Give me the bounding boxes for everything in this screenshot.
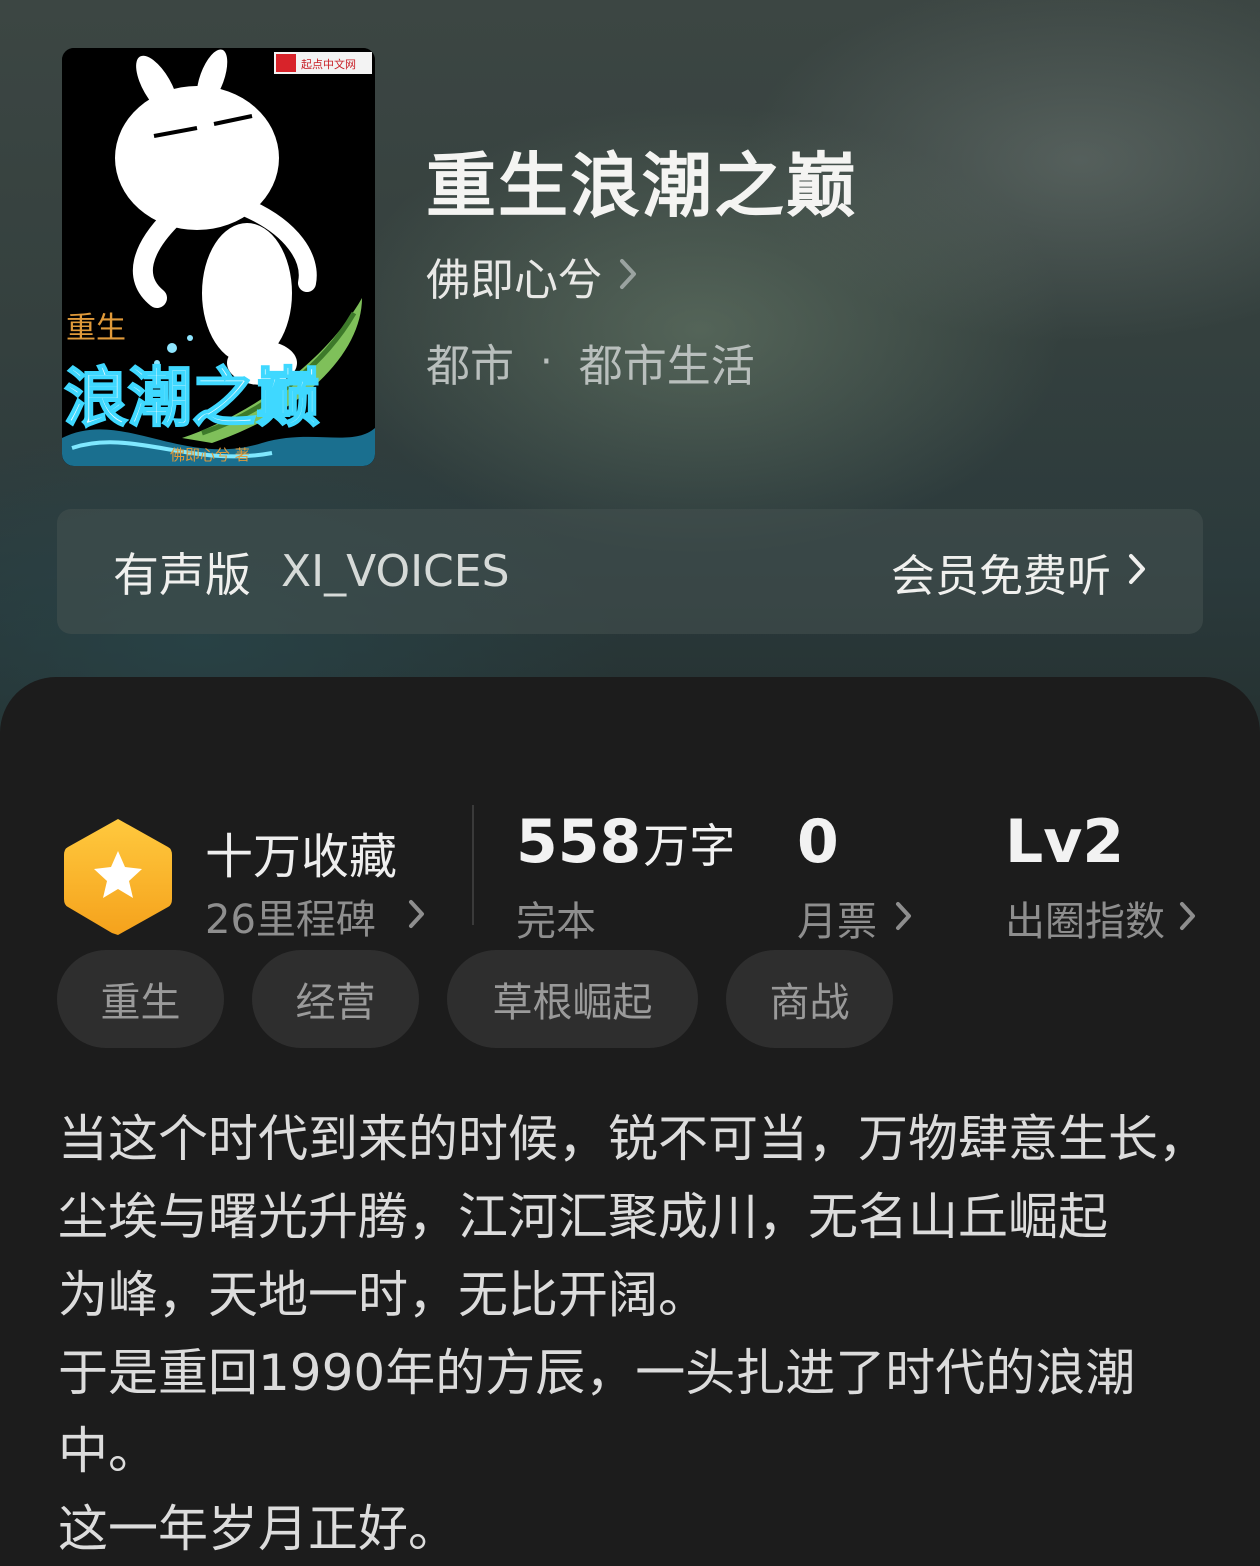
milestones-link[interactable]: 26里程碑	[205, 887, 426, 945]
subgenre[interactable]: 都市生活	[579, 330, 755, 394]
genre[interactable]: 都市	[426, 330, 514, 394]
milestones-label: 26里程碑	[205, 897, 376, 943]
member-listen-label: 会员免费听	[891, 550, 1111, 602]
chevron-right-icon	[1127, 546, 1147, 597]
chevron-right-icon	[618, 251, 638, 302]
monthly-votes-count: 0	[797, 807, 839, 877]
author-link[interactable]: 佛即心兮	[426, 244, 638, 308]
svg-text:起点中文网: 起点中文网	[301, 57, 356, 71]
genre-separator: ·	[540, 339, 553, 385]
book-synopsis: 当这个时代到来的时候，锐不可当，万物肆意生长， 尘埃与曙光升腾，江河汇聚成川，无…	[58, 1100, 1218, 1566]
audiobook-banner[interactable]: 有声版 XI_VOICES 会员免费听	[57, 509, 1203, 634]
cover-illustration: 起点中文网 重生 浪潮之巅 佛即心兮 著	[62, 48, 375, 466]
synopsis-line: 当这个时代到来的时候，锐不可当，万物肆意生长，	[58, 1110, 1208, 1168]
synopsis-line: 于是重回1990年的方辰，一头扎进了时代的浪潮	[58, 1344, 1136, 1402]
audiobook-label: 有声版	[113, 547, 251, 602]
monthly-votes-label: 月票	[797, 899, 877, 945]
chevron-right-icon	[895, 895, 913, 941]
completion-status: 完本	[516, 899, 596, 945]
synopsis-line: 为峰，天地一时，无比开阔。	[58, 1266, 708, 1324]
stats-row: 十万收藏 26里程碑 558万字 完本 0 月票 Lv2 出圈指数	[0, 737, 1260, 945]
breakout-index-label: 出圈指数	[1005, 899, 1165, 945]
favorites-count: 十万收藏	[205, 829, 398, 885]
tag-list: 重生 经营 草根崛起 商战	[57, 950, 893, 1048]
synopsis-line: 中。	[58, 1422, 158, 1480]
star-badge-icon	[62, 815, 174, 943]
book-header: 起点中文网 重生 浪潮之巅 佛即心兮 著 重生浪潮之巅 佛即心兮 都市 · 都市…	[0, 0, 1260, 760]
stats-divider	[472, 805, 474, 925]
genre-row: 都市 · 都市生活	[426, 330, 755, 394]
level-value: Lv2	[1005, 807, 1125, 877]
synopsis-line: 尘埃与曙光升腾，江河汇聚成川，无名山丘崛起	[58, 1188, 1108, 1246]
tag-chip[interactable]: 重生	[57, 950, 224, 1048]
cover-big-title: 浪潮之巅	[64, 361, 320, 436]
chevron-right-icon	[1179, 895, 1197, 941]
narrator-name: XI_VOICES	[281, 546, 510, 597]
word-count: 558万字	[516, 807, 735, 877]
monthly-votes-link[interactable]: 月票	[797, 889, 913, 947]
synopsis-line: 这一年岁月正好。	[58, 1500, 458, 1558]
member-listen-button[interactable]: 会员免费听	[891, 540, 1147, 604]
tag-chip[interactable]: 经营	[252, 950, 419, 1048]
cover-author-credit: 佛即心兮 著	[170, 446, 250, 464]
chevron-right-icon	[408, 893, 426, 939]
tag-chip[interactable]: 商战	[726, 950, 893, 1048]
breakout-index-link[interactable]: 出圈指数	[1005, 889, 1197, 947]
book-cover[interactable]: 起点中文网 重生 浪潮之巅 佛即心兮 著	[62, 48, 375, 466]
cover-small-title: 重生	[66, 311, 126, 346]
book-info-panel: 十万收藏 26里程碑 558万字 完本 0 月票 Lv2 出圈指数 重生 经营 …	[0, 677, 1260, 1566]
tag-chip[interactable]: 草根崛起	[447, 950, 698, 1048]
author-name: 佛即心兮	[426, 255, 602, 306]
book-title: 重生浪潮之巅	[426, 144, 858, 227]
word-count-value: 558	[516, 807, 642, 877]
word-count-unit: 万字	[643, 819, 736, 873]
